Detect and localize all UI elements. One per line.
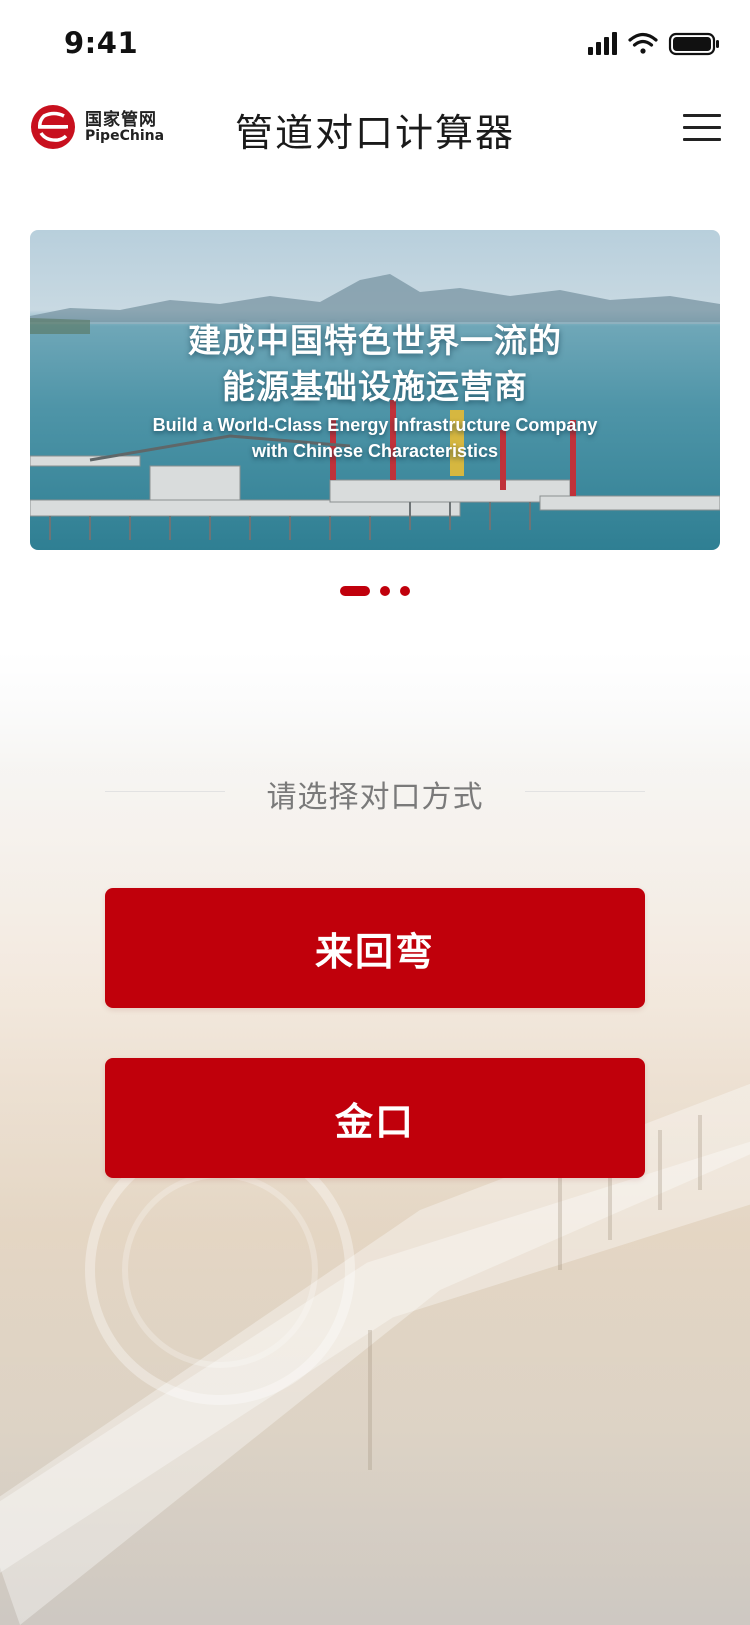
section-divider-right bbox=[525, 791, 645, 792]
menu-button[interactable] bbox=[683, 112, 721, 144]
carousel-dot[interactable] bbox=[400, 585, 410, 596]
status-bar: 9:41 bbox=[0, 0, 750, 88]
carousel-indicator bbox=[0, 580, 750, 596]
menu-icon bbox=[683, 114, 721, 117]
banner-headline-line1: 建成中国特色世界一流的 bbox=[188, 321, 562, 360]
app-header: 国家管网 PipeChina 管道对口计算器 bbox=[0, 88, 750, 198]
status-icons bbox=[586, 30, 720, 62]
battery-icon bbox=[668, 32, 719, 56]
banner-carousel[interactable]: 建成中国特色世界一流的 能源基础设施运营商 Build a World-Clas… bbox=[30, 230, 720, 550]
banner-headline-line2: 能源基础设施运营商 bbox=[222, 367, 528, 406]
banner-subline-line2: with Chinese Characteristics bbox=[251, 441, 499, 461]
banner-subline-line1: Build a World-Class Energy Infrastructur… bbox=[152, 415, 598, 435]
wifi-icon bbox=[628, 32, 658, 54]
section-label: 请选择对口方式 bbox=[266, 780, 484, 815]
menu-icon-bar bbox=[683, 126, 721, 129]
option-button-back-and-forth-bend[interactable]: 来回弯 bbox=[105, 888, 645, 1008]
signal-icon bbox=[588, 32, 617, 55]
page-title: 管道对口计算器 bbox=[234, 111, 515, 155]
status-time: 9:41 bbox=[64, 26, 139, 60]
carousel-dot-active[interactable] bbox=[340, 585, 370, 596]
option-button-tie-in[interactable]: 金口 bbox=[105, 1058, 645, 1178]
carousel-dot[interactable] bbox=[380, 585, 390, 596]
menu-icon-bar bbox=[683, 138, 721, 141]
